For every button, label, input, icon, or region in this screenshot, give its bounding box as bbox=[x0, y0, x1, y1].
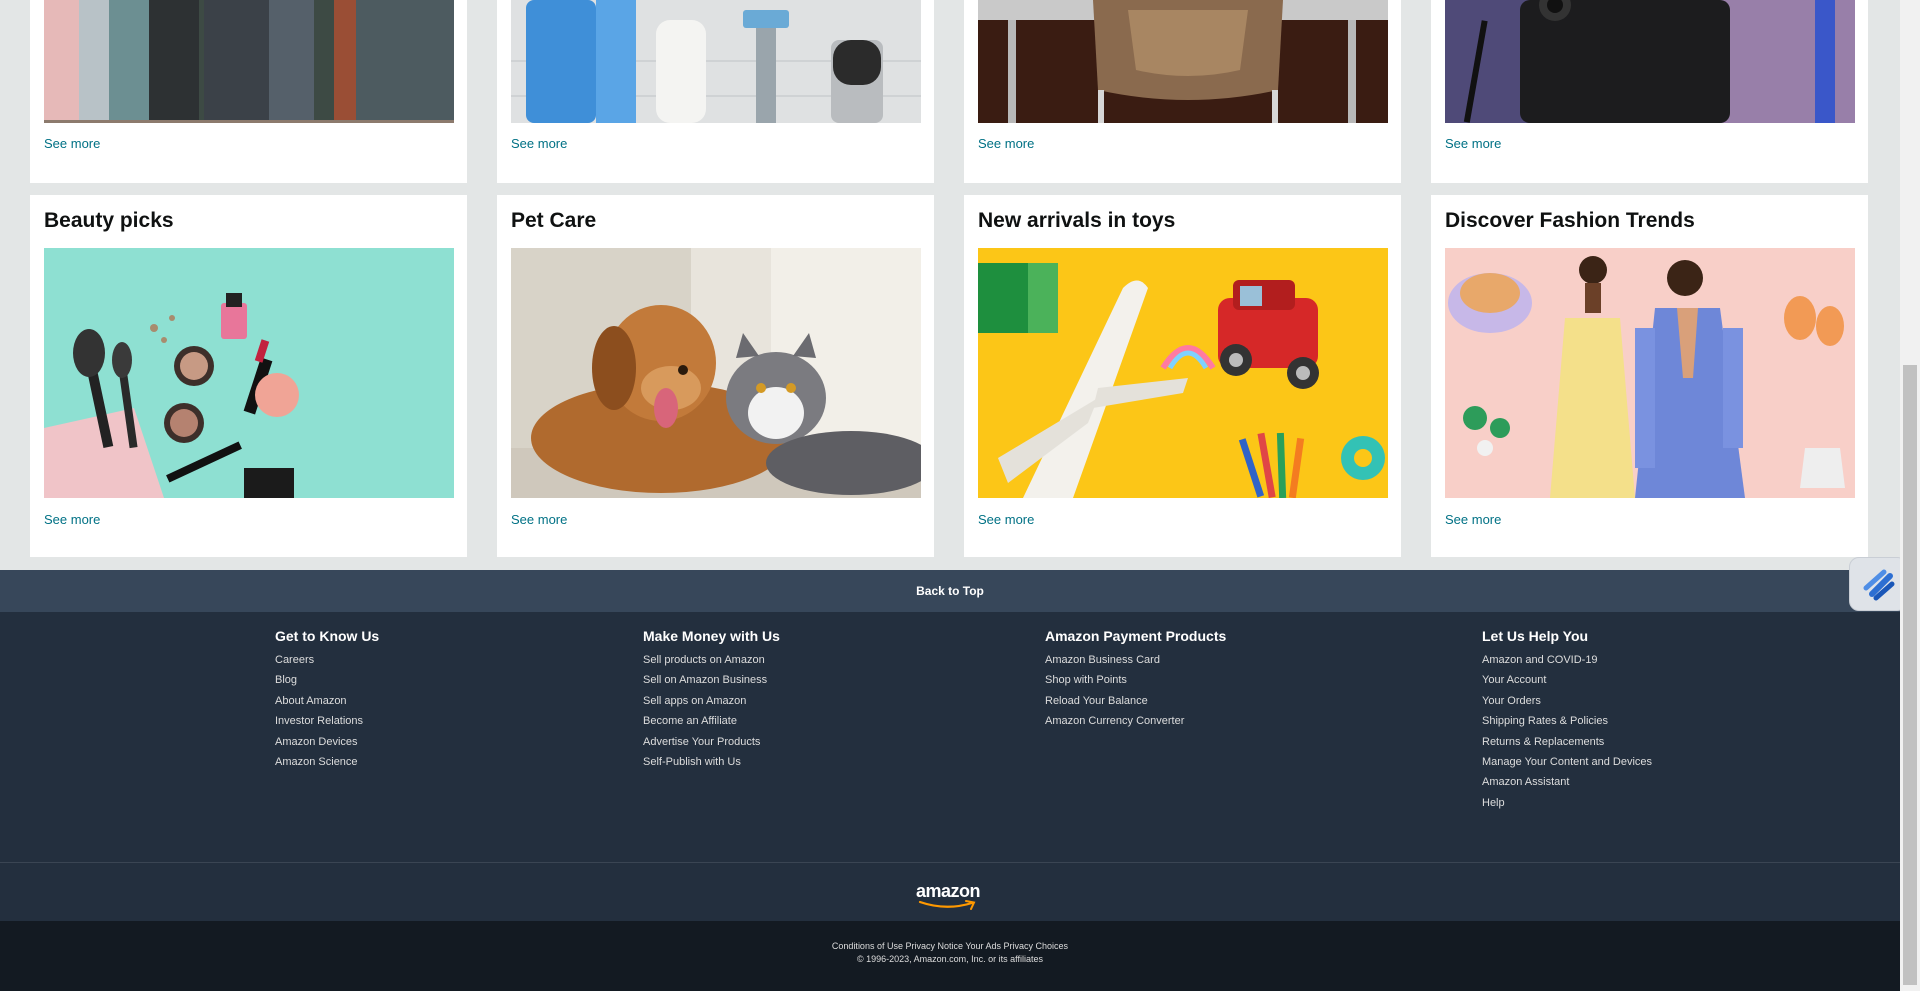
footer-link-shipping-rates[interactable]: Shipping Rates & Policies bbox=[1482, 711, 1652, 731]
see-more-link[interactable]: See more bbox=[44, 136, 100, 151]
card-image-desk-chair[interactable] bbox=[978, 0, 1388, 123]
back-to-top-button[interactable]: Back to Top bbox=[0, 570, 1900, 612]
card-image-closet-organizer[interactable] bbox=[44, 0, 454, 123]
page-viewport: See more See more See more See more Beau… bbox=[0, 0, 1900, 991]
footer-link-currency-converter[interactable]: Amazon Currency Converter bbox=[1045, 711, 1226, 731]
footer-link-affiliate[interactable]: Become an Affiliate bbox=[643, 711, 780, 731]
category-card-fashion: Discover Fashion Trends See more bbox=[1431, 195, 1868, 557]
card-image-smartphone[interactable] bbox=[1445, 0, 1855, 123]
footer-link-sell-apps[interactable]: Sell apps on Amazon bbox=[643, 691, 780, 711]
footer-column-help: Let Us Help You Amazon and COVID-19 Your… bbox=[1482, 628, 1652, 813]
category-card-beauty: Beauty picks See more bbox=[30, 195, 467, 557]
legal-link-ads-privacy[interactable]: Your Ads Privacy Choices bbox=[965, 941, 1068, 951]
see-more-link[interactable]: See more bbox=[1445, 512, 1501, 527]
legal-link-conditions[interactable]: Conditions of Use bbox=[832, 941, 903, 951]
footer-logo-section: amazon bbox=[0, 863, 1900, 921]
amazon-smile-arrow-icon bbox=[918, 900, 976, 910]
amazon-logo[interactable]: amazon bbox=[916, 881, 986, 911]
category-card-top-3: See more bbox=[964, 0, 1401, 183]
floating-assistant-button[interactable] bbox=[1849, 557, 1907, 611]
see-more-link[interactable]: See more bbox=[511, 512, 567, 527]
footer-link-careers[interactable]: Careers bbox=[275, 650, 379, 670]
scrollbar-thumb[interactable] bbox=[1903, 365, 1917, 985]
footer-column-heading: Let Us Help You bbox=[1482, 628, 1589, 644]
footer-link-amazon-science[interactable]: Amazon Science bbox=[275, 752, 379, 772]
footer-link-your-account[interactable]: Your Account bbox=[1482, 670, 1652, 690]
amazon-logo-text: amazon bbox=[916, 881, 981, 901]
footer-link-manage-content[interactable]: Manage Your Content and Devices bbox=[1482, 752, 1652, 772]
card-image-dog-and-cat[interactable] bbox=[511, 248, 921, 498]
footer-link-shop-with-points[interactable]: Shop with Points bbox=[1045, 670, 1226, 690]
footer-link-reload-balance[interactable]: Reload Your Balance bbox=[1045, 691, 1226, 711]
footer-column-heading: Amazon Payment Products bbox=[1045, 628, 1227, 644]
card-title: New arrivals in toys bbox=[978, 209, 1176, 232]
category-card-toys: New arrivals in toys See more bbox=[964, 195, 1401, 557]
lightning-bolt-icon bbox=[1863, 569, 1895, 601]
footer-link-amazon-devices[interactable]: Amazon Devices bbox=[275, 732, 379, 752]
card-title: Pet Care bbox=[511, 209, 597, 232]
footer-link-covid[interactable]: Amazon and COVID-19 bbox=[1482, 650, 1652, 670]
footer-link-blog[interactable]: Blog bbox=[275, 670, 379, 690]
legal-links: Conditions of Use Privacy Notice Your Ad… bbox=[0, 941, 1900, 951]
footer-link-your-orders[interactable]: Your Orders bbox=[1482, 691, 1652, 711]
card-image-personal-care[interactable] bbox=[511, 0, 921, 123]
category-card-top-4: See more bbox=[1431, 0, 1868, 183]
footer-column-heading: Make Money with Us bbox=[643, 628, 780, 644]
see-more-link[interactable]: See more bbox=[978, 512, 1034, 527]
copyright-text: © 1996-2023, Amazon.com, Inc. or its aff… bbox=[856, 954, 1044, 964]
footer-link-help[interactable]: Help bbox=[1482, 793, 1652, 813]
card-title: Discover Fashion Trends bbox=[1445, 209, 1695, 232]
card-title: Beauty picks bbox=[44, 209, 174, 232]
see-more-link[interactable]: See more bbox=[44, 512, 100, 527]
footer-link-self-publish[interactable]: Self-Publish with Us bbox=[643, 752, 780, 772]
see-more-link[interactable]: See more bbox=[1445, 136, 1501, 151]
category-card-pet-care: Pet Care See more bbox=[497, 195, 934, 557]
footer-links-section: Get to Know Us Careers Blog About Amazon… bbox=[0, 612, 1900, 862]
footer-link-returns[interactable]: Returns & Replacements bbox=[1482, 732, 1652, 752]
footer-link-advertise[interactable]: Advertise Your Products bbox=[643, 732, 780, 752]
see-more-link[interactable]: See more bbox=[978, 136, 1034, 151]
footer-link-sell-business[interactable]: Sell on Amazon Business bbox=[643, 670, 780, 690]
footer-link-investor-relations[interactable]: Investor Relations bbox=[275, 711, 379, 731]
footer-link-about-amazon[interactable]: About Amazon bbox=[275, 691, 379, 711]
card-image-fashion[interactable] bbox=[1445, 248, 1855, 498]
category-card-top-2: See more bbox=[497, 0, 934, 183]
card-image-toys[interactable] bbox=[978, 248, 1388, 498]
footer-column-get-to-know-us: Get to Know Us Careers Blog About Amazon… bbox=[275, 628, 379, 772]
footer-legal-section: Conditions of Use Privacy Notice Your Ad… bbox=[0, 921, 1900, 991]
page-scrollbar[interactable] bbox=[1900, 0, 1920, 991]
footer-link-sell-products[interactable]: Sell products on Amazon bbox=[643, 650, 780, 670]
legal-link-privacy-notice[interactable]: Privacy Notice bbox=[905, 941, 963, 951]
see-more-link[interactable]: See more bbox=[511, 136, 567, 151]
footer-column-make-money: Make Money with Us Sell products on Amaz… bbox=[643, 628, 780, 772]
card-image-beauty-products[interactable] bbox=[44, 248, 454, 498]
category-card-top-1: See more bbox=[30, 0, 467, 183]
footer-link-amazon-assistant[interactable]: Amazon Assistant bbox=[1482, 772, 1652, 792]
footer-column-payment-products: Amazon Payment Products Amazon Business … bbox=[1045, 628, 1226, 732]
footer-link-business-card[interactable]: Amazon Business Card bbox=[1045, 650, 1226, 670]
footer-column-heading: Get to Know Us bbox=[275, 628, 380, 644]
